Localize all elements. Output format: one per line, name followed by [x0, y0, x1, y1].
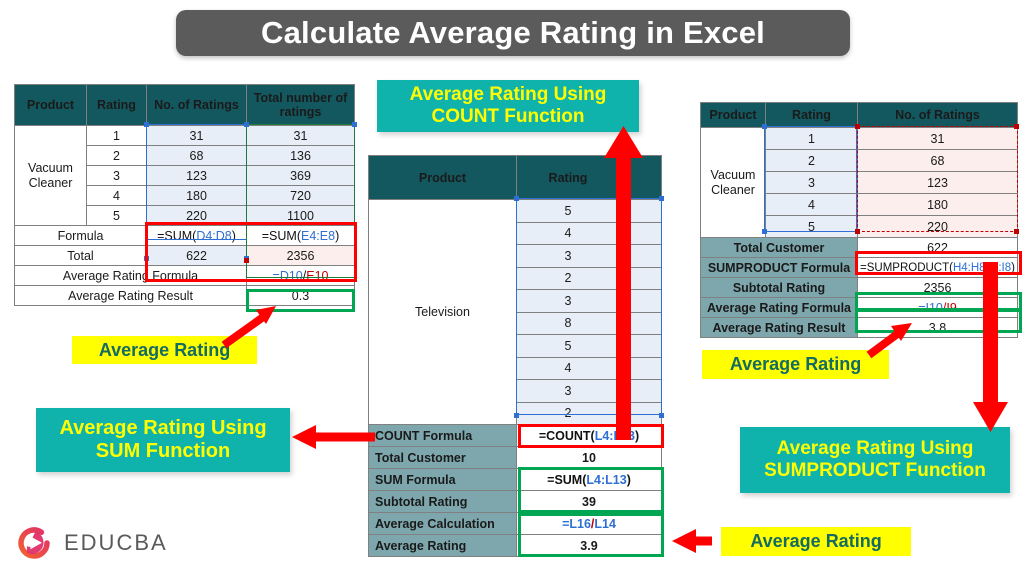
- arrow-layer: [221, 126, 1008, 553]
- slide-canvas: Calculate Average Rating in Excel Produc…: [0, 0, 1024, 576]
- educba-logo: EDUCBA: [14, 521, 194, 565]
- arrow-to-average-result-right: [866, 323, 912, 359]
- arrow-to-sum-callout: [292, 425, 375, 449]
- educba-wordmark: EDUCBA: [64, 530, 168, 555]
- arrow-to-average-result-left: [221, 306, 276, 349]
- educba-play-circle-icon: [14, 523, 54, 563]
- arrow-up-count: [604, 126, 643, 440]
- arrow-down-sumproduct: [973, 262, 1008, 432]
- arrow-to-average-rating-middle: [672, 529, 712, 553]
